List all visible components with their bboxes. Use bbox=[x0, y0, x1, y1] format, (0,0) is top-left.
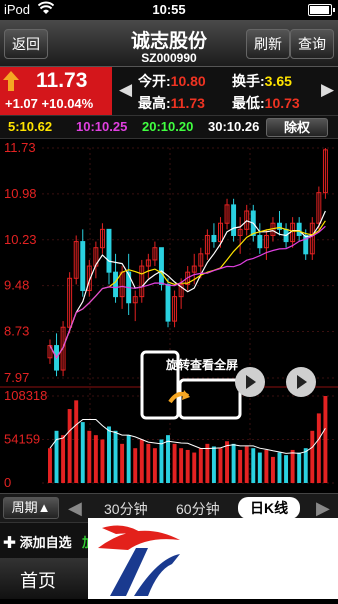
volume-bar bbox=[166, 435, 170, 483]
volume-bar bbox=[238, 449, 243, 483]
volume-bar bbox=[264, 449, 269, 483]
open-price: 今开:10.80 bbox=[138, 73, 206, 89]
volume-bar bbox=[113, 430, 118, 483]
volume-bar bbox=[198, 448, 203, 483]
volume-bar bbox=[297, 452, 302, 483]
prev-period-icon[interactable]: ◀ bbox=[68, 498, 82, 519]
candle-body bbox=[231, 204, 237, 236]
volume-bar bbox=[133, 448, 138, 483]
refresh-button[interactable]: 刷新 bbox=[246, 29, 290, 59]
price-box: 11.73 +1.07 +10.04% bbox=[0, 67, 112, 115]
volume-bar bbox=[139, 439, 144, 483]
volume-bar bbox=[185, 449, 190, 483]
volume-bar bbox=[100, 439, 105, 483]
clock: 10:55 bbox=[152, 2, 186, 17]
volume-ma-line bbox=[49, 419, 326, 454]
volume-tick-label: 108318 bbox=[4, 388, 47, 403]
volume-bar bbox=[152, 448, 157, 483]
volume-bar bbox=[146, 443, 151, 483]
volume-bar bbox=[284, 455, 289, 483]
volume-bar bbox=[316, 413, 321, 483]
candle-body bbox=[211, 234, 217, 243]
candle-body bbox=[165, 283, 171, 322]
candle-body bbox=[113, 271, 119, 298]
high-price: 最高:11.73 bbox=[138, 95, 205, 111]
battery-icon bbox=[308, 4, 335, 16]
y-tick-label: 9.48 bbox=[4, 278, 29, 293]
volume-bar bbox=[192, 452, 197, 483]
volume-bar bbox=[74, 400, 79, 483]
volume-bar bbox=[93, 435, 98, 483]
volume-bar bbox=[290, 449, 295, 483]
volume-bar bbox=[244, 446, 249, 483]
up-arrow-icon bbox=[3, 71, 19, 91]
volume-bar bbox=[48, 448, 52, 483]
volume-bar bbox=[179, 448, 184, 483]
volume-bar bbox=[303, 448, 308, 483]
next-stock-icon[interactable]: ▶ bbox=[321, 80, 334, 100]
query-button[interactable]: 查询 bbox=[290, 29, 334, 59]
nav-bar: 返回 诚志股份 SZ000990 刷新 查询 bbox=[0, 20, 338, 67]
period-button[interactable]: 周期▲ bbox=[3, 497, 59, 519]
volume-bar bbox=[218, 448, 223, 483]
status-bar: iPod 10:55 bbox=[0, 0, 338, 20]
add-watchlist-button[interactable]: ✚ 添加自选 bbox=[3, 532, 72, 551]
candle-body bbox=[106, 228, 112, 273]
volume-bar bbox=[231, 443, 236, 483]
ma20-label: 20:10.20 bbox=[142, 119, 194, 134]
play-icon[interactable] bbox=[235, 367, 265, 397]
candle-body bbox=[296, 222, 302, 236]
y-tick-label: 11.73 bbox=[4, 140, 36, 155]
volume-bar bbox=[61, 435, 66, 483]
volume-bar bbox=[87, 430, 92, 483]
candle-body bbox=[257, 234, 263, 249]
tab-60min[interactable]: 60分钟 bbox=[176, 499, 220, 519]
volume-bar bbox=[126, 435, 131, 483]
last-price: 11.73 bbox=[36, 69, 88, 92]
volume-bar bbox=[257, 452, 262, 483]
ma-row: 5:10.62 10:10.25 20:10.20 30:10.26 除权 bbox=[0, 115, 338, 139]
play-icon[interactable] bbox=[286, 367, 316, 397]
brand-logo bbox=[88, 518, 338, 599]
volume-bar bbox=[310, 430, 315, 483]
volume-bar bbox=[277, 452, 282, 483]
prev-stock-icon[interactable]: ◀ bbox=[119, 80, 132, 100]
ma10-label: 10:10.25 bbox=[76, 119, 128, 134]
rotate-hint: 旋转查看全屏 bbox=[166, 358, 239, 372]
volume-bar bbox=[54, 430, 59, 483]
volume-tick-label: 54159 bbox=[4, 432, 40, 447]
volume-bar bbox=[211, 446, 216, 483]
volume-bar bbox=[159, 439, 164, 483]
volume-bar bbox=[107, 426, 111, 483]
candle-body bbox=[80, 241, 86, 292]
low-price: 最低:10.73 bbox=[232, 95, 300, 111]
y-tick-label: 8.73 bbox=[4, 324, 29, 339]
volume-bar bbox=[323, 396, 328, 483]
volume-bar bbox=[67, 409, 72, 483]
volume-bar bbox=[172, 443, 177, 483]
ma5-label: 5:10.62 bbox=[8, 119, 53, 134]
price-change: +1.07 +10.04% bbox=[5, 96, 94, 111]
y-tick-label: 10.98 bbox=[4, 186, 37, 201]
kline-chart[interactable]: 11.73 10.98 10.23 9.48 8.73 7.97 108318 54159 0 bbox=[0, 138, 338, 493]
tab-home[interactable]: 首页 bbox=[20, 567, 56, 593]
volume-bar bbox=[120, 443, 125, 483]
volume-bar bbox=[80, 422, 85, 483]
turnover: 换手:3.65 bbox=[232, 73, 292, 89]
derights-button[interactable]: 除权 bbox=[266, 118, 328, 137]
volume-bar bbox=[205, 443, 210, 483]
kline-svg: 11.73 10.98 10.23 9.48 8.73 7.97 108318 54159 0 bbox=[0, 140, 338, 490]
volume-tick-label: 0 bbox=[4, 475, 11, 490]
tab-30min[interactable]: 30分钟 bbox=[104, 499, 148, 519]
next-period-icon[interactable]: ▶ bbox=[316, 498, 330, 519]
y-tick-label: 10.23 bbox=[4, 232, 37, 247]
volume-bar bbox=[251, 448, 256, 483]
volume-bar bbox=[225, 441, 230, 483]
quote-panel: 11.73 +1.07 +10.04% ◀ 今开:10.80 换手:3.65 最… bbox=[0, 67, 338, 115]
candle-body bbox=[158, 247, 164, 285]
volume-bar bbox=[270, 456, 275, 483]
y-tick-label: 7.97 bbox=[4, 370, 29, 385]
ma30-label: 30:10.26 bbox=[208, 119, 260, 134]
tab-daily[interactable]: 日K线 bbox=[238, 497, 301, 519]
